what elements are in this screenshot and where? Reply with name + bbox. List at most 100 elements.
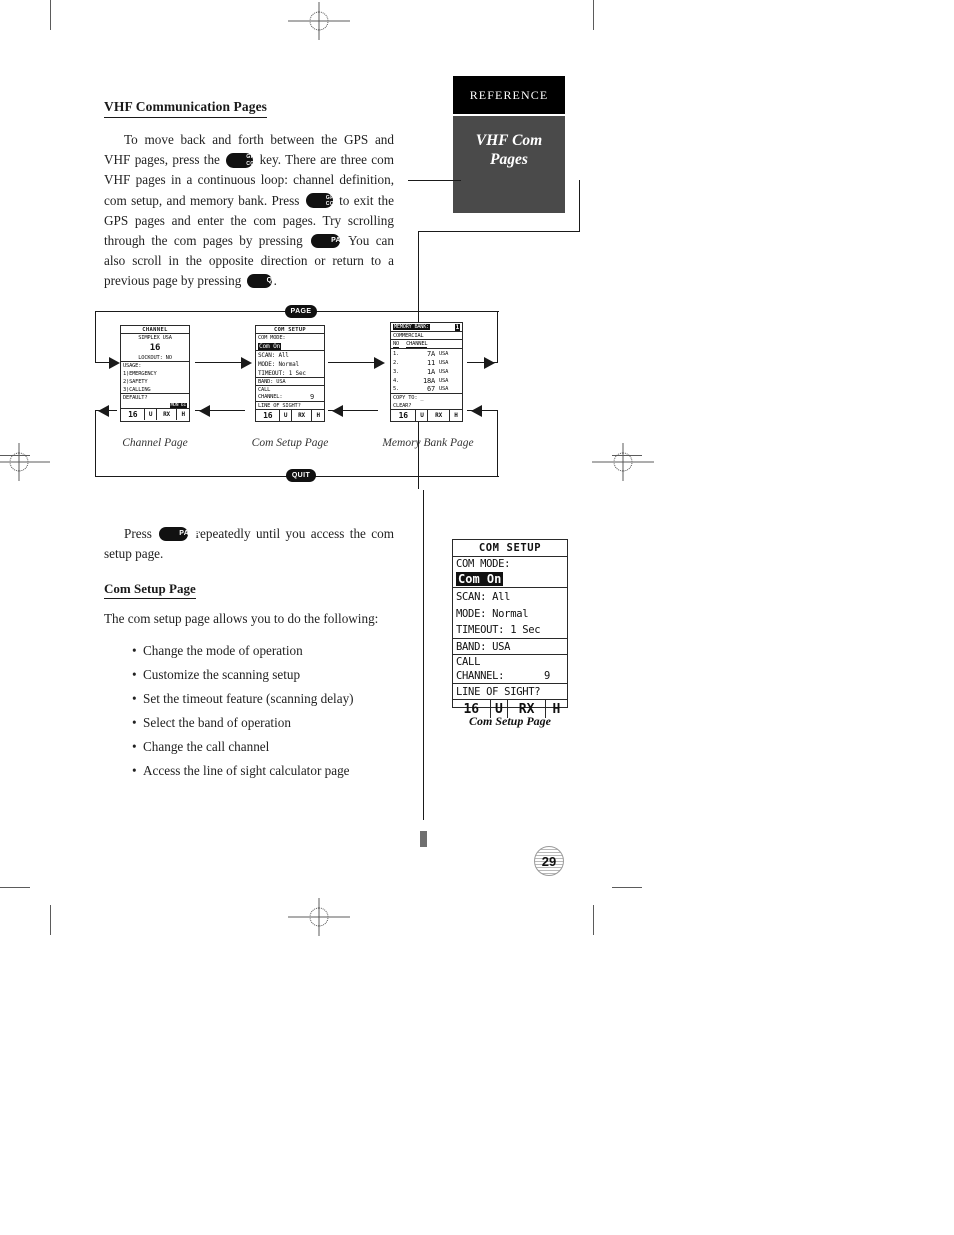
diagram-quit-key-icon: QUIT — [286, 469, 316, 482]
list-item: Access the line of sight calculator page — [132, 759, 394, 783]
diagram-left-edge-top — [95, 311, 97, 363]
chapter-title-line1: VHF Com — [475, 132, 543, 149]
comsetup-small-title: COM SETUP — [256, 326, 324, 334]
crop-mark-bottom-right — [593, 905, 594, 935]
memorybank-row-band: USA — [439, 386, 449, 392]
channel-screen-title: CHANNEL — [121, 326, 189, 334]
detail-com-mode-label: COM MODE: — [456, 558, 511, 570]
flow-arrowhead-to-comsetup — [241, 357, 252, 369]
memorybank-row-channel: 67 — [426, 385, 435, 393]
flow-arrowhead-to-memorybank — [374, 357, 385, 369]
memorybank-status-u: U — [415, 410, 427, 421]
quit-key-icon: QUIT — [246, 274, 284, 289]
crop-mark-top-left — [50, 0, 51, 30]
flow-arrowhead-into-channel — [109, 357, 120, 369]
memorybank-row-band: USA — [439, 359, 449, 366]
memorybank-status-rx: RX — [427, 410, 448, 421]
memorybank-col-channel: CHANNEL — [406, 340, 428, 348]
memorybank-row-band: USA — [439, 368, 449, 375]
list-item: Select the band of operation — [132, 711, 394, 735]
page-number: 29 — [541, 853, 557, 869]
detail-timeout: TIMEOUT: 1 Sec — [453, 622, 567, 639]
registration-mark-left — [0, 443, 50, 481]
diagram-page-key-icon: PAGE — [285, 305, 317, 318]
memorybank-row-no: 2. — [393, 359, 400, 366]
detail-line-of-sight: LINE OF SIGHT? — [453, 684, 567, 700]
memorybank-row: 5. 67 USA — [391, 385, 462, 394]
detail-com-mode-value: Com On — [456, 572, 504, 586]
page-loop-diagram: PAGE QUIT CHANNEL SIMPLEX USA 16 LOCKOUT… — [95, 305, 499, 483]
comsetup-small-call-label: CALL — [258, 386, 271, 393]
comsetup-small-band: BAND: USA — [256, 378, 324, 386]
com-setup-page-caption: Com Setup Page — [251, 437, 329, 449]
registration-mark-top — [288, 2, 350, 40]
comsetup-small-status-u: U — [279, 410, 290, 421]
reference-label: REFERENCE — [469, 87, 549, 102]
memorybank-bank-number: 1 — [454, 323, 460, 331]
memorybank-row: 4. 18A USA — [391, 376, 462, 385]
memorybank-status-ch: 16 — [398, 411, 408, 420]
comsetup-small-channel-row: CHANNEL: 9 — [256, 393, 324, 402]
com-setup-intro: The com setup page allows you to do the … — [104, 611, 379, 627]
memorybank-row-band: USA — [439, 377, 449, 384]
diagram-right-edge-bottom — [497, 410, 499, 477]
comsetup-small-los: LINE OF SIGHT? — [256, 402, 324, 410]
column-rule — [423, 490, 425, 820]
memorybank-row-channel: 18A — [422, 376, 435, 385]
comsetup-small-status-ch: 16 — [263, 411, 273, 420]
chapter-title-line2: Pages — [490, 151, 528, 168]
com-setup-page-screen: COM SETUP COM MODE: Com On SCAN: All MOD… — [255, 325, 325, 422]
memorybank-row: 2. 11 USA — [391, 358, 462, 367]
flow-arrowhead-loop-back-out — [98, 405, 109, 417]
detail-scan: SCAN: All — [456, 590, 511, 603]
channel-screen-number: 16 — [149, 343, 161, 353]
memorybank-row: 1. 7A USA — [391, 349, 462, 358]
detail-status-u: U — [489, 700, 508, 718]
crop-mark-left-upper — [0, 455, 30, 456]
memorybank-row-channel: 1A — [426, 367, 435, 376]
channel-screen-lockout: LOCKOUT: NO — [121, 354, 189, 362]
detail-status-h: H — [544, 700, 567, 718]
com-setup-detail-screen: COM SETUP COM MODE: Com On SCAN: All MOD… — [452, 539, 568, 718]
memorybank-copy-to: COPY TO: _ — [393, 395, 424, 401]
crop-mark-bottom-left — [50, 905, 51, 935]
flow-arrow-line-2 — [328, 362, 378, 364]
page-key-icon: PAGE — [311, 233, 351, 248]
crop-mark-right-mid — [612, 887, 642, 888]
comsetup-small-mode: MODE: Normal — [258, 361, 299, 368]
comsetup-small-status-h: H — [311, 410, 324, 421]
diagram-bottom-line-left — [95, 476, 288, 478]
comsetup-small-mode-row: Com On — [256, 342, 324, 351]
comsetup-small-channel-label: CHANNEL: — [258, 394, 283, 400]
page-title: VHF Communication Pages — [104, 99, 268, 118]
memorybank-row-no: 1. — [393, 350, 400, 357]
memorybank-status-h: H — [448, 410, 462, 421]
crop-mark-right-upper — [612, 455, 642, 456]
channel-screen-mon-row: MON 61 — [121, 402, 189, 409]
flow-arrow-line-1 — [195, 362, 245, 364]
main-text-column: VHF Communication Pages To move back and… — [104, 98, 394, 292]
diagram-bottom-line-right — [307, 476, 499, 478]
channel-screen-usage-1: 1)EMERGENCY — [123, 371, 157, 377]
list-item: Change the call channel — [132, 735, 394, 759]
channel-screen-usage-label: USAGE: — [123, 363, 142, 369]
memory-bank-page-screen: MEMORY BANK: 1 COMMERCIAL NO CHANNEL 1. … — [390, 322, 463, 422]
com-setup-feature-list: Change the mode of operation Customize t… — [104, 639, 394, 783]
comsetup-small-timeout: TIMEOUT: 1 Sec — [256, 369, 324, 378]
flow-arrowhead-loop-out — [484, 357, 495, 369]
memorybank-row-no: 5. — [393, 386, 400, 392]
flow-arrowhead-return-in — [471, 405, 482, 417]
memorybank-col-no: NO — [393, 340, 400, 348]
flow-arrowhead-to-channel-back — [199, 405, 210, 417]
press-page-paragraph: Press PAGE repeatedly until you access t… — [104, 524, 394, 564]
list-item: Change the mode of operation — [132, 639, 394, 663]
channel-screen-mon-tag: MON 61 — [169, 402, 187, 408]
memorybank-col-headers: NO CHANNEL — [391, 340, 462, 349]
chapter-title-tab: VHF Com Pages — [453, 116, 565, 213]
memorybank-row-no: 3. — [393, 368, 400, 375]
channel-screen-status-bar: 16 U RX H — [121, 409, 189, 420]
channel-page-screen: CHANNEL SIMPLEX USA 16 LOCKOUT: NO USAGE… — [120, 325, 190, 422]
lower-text-column: Press PAGE repeatedly until you access t… — [104, 524, 394, 783]
comsetup-small-mode-value: Com On — [258, 342, 282, 350]
memorybank-row-channel: 11 — [426, 358, 435, 367]
